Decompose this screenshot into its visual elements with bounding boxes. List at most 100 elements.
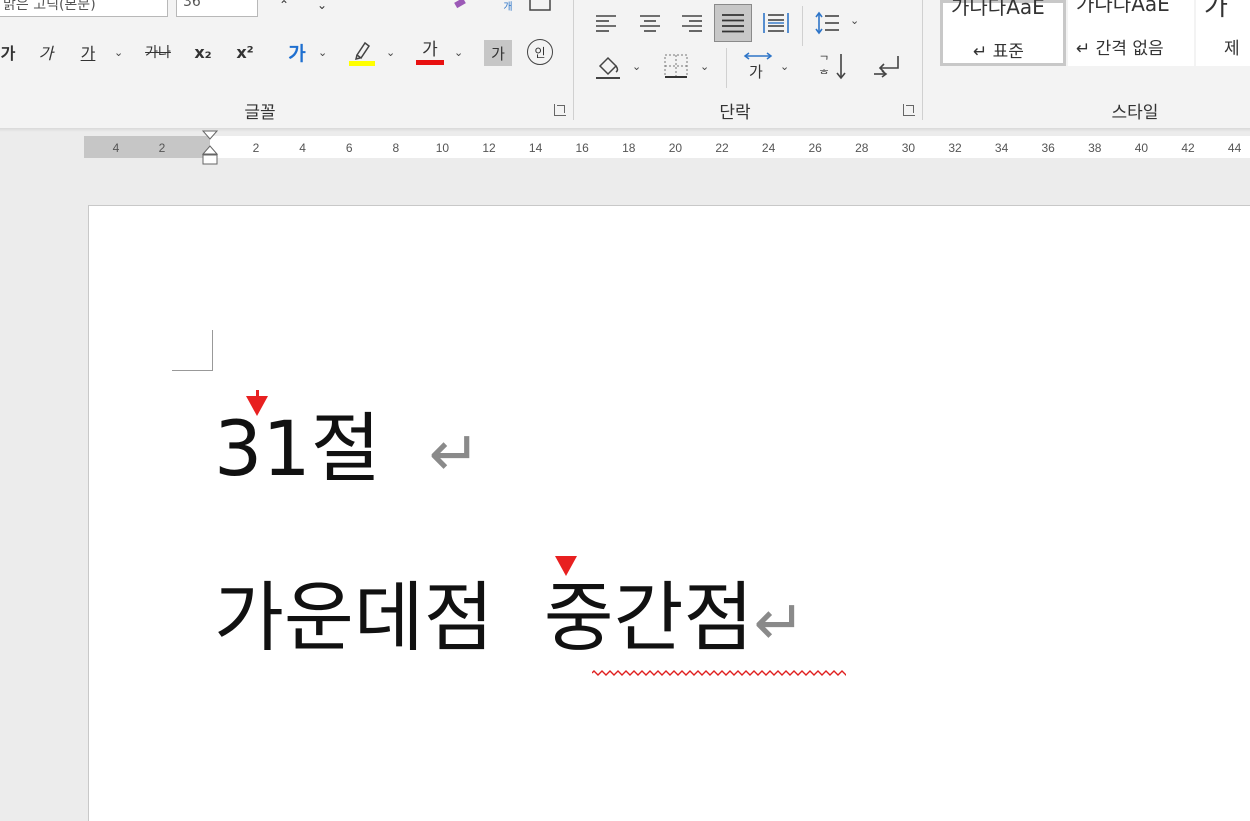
line-spacing-dropdown-icon[interactable]: ⌄ (850, 14, 859, 27)
marker-arrow-1 (246, 396, 268, 416)
ruler-tick-label: 16 (575, 141, 589, 155)
paint-bucket-icon (596, 56, 620, 79)
text-effect-label: 가 (288, 42, 306, 65)
font-color-dropdown-icon[interactable]: ⌄ (454, 46, 463, 59)
strikethrough-button[interactable]: 가나 (140, 38, 176, 66)
font-size-box[interactable]: 36 (176, 0, 258, 17)
style-gallery-item-heading[interactable]: 가 제 (1196, 0, 1250, 66)
font-name-value: 맑은 고딕(본문) (3, 0, 96, 13)
style-preview-text-2: 가나다AaE (1076, 0, 1170, 16)
group-separator (573, 0, 574, 120)
ruler-tick-label: 32 (948, 141, 962, 155)
paragraph-mark-1: ↵ (428, 417, 481, 490)
ruler-tick-label: 42 (1181, 141, 1195, 155)
indent-marker-icon[interactable] (200, 130, 220, 172)
subscript-label: x₂ (194, 42, 212, 62)
ruler-tick-label: 4 (112, 141, 120, 155)
bold-button[interactable]: 가 (0, 38, 20, 66)
horizontal-ruler[interactable]: 4 2 2 4 6 8 10 12 14 16 18 20 22 24 26 28 30 32 34 36 38 40 42… (84, 130, 1250, 165)
enclose-char-button[interactable]: 인 (526, 38, 554, 66)
superscript-button[interactable]: x² (230, 38, 260, 66)
style-gallery-item-normal[interactable]: 가나다AaE ↵ 표준 (940, 0, 1066, 66)
ruler-tick-label: 8 (392, 141, 400, 155)
line2-text-part1: 가운데점 (214, 573, 494, 662)
ruler-tick-label: 20 (668, 141, 683, 155)
italic-button[interactable]: 가 (34, 38, 58, 66)
char-shading-button[interactable]: 가 (484, 40, 512, 66)
line-spacing-icon[interactable] (812, 8, 842, 38)
font-name-box[interactable]: 맑은 고딕(본문) (0, 0, 168, 17)
ribbon-shadow (0, 128, 1250, 132)
align-right-icon[interactable] (678, 8, 706, 38)
show-marks-button[interactable] (870, 50, 906, 82)
document-line-2[interactable]: 가운데점 중간점↵ (214, 568, 805, 673)
styles-group-label: 스타일 (1111, 103, 1159, 123)
italic-label: 가 (38, 44, 54, 63)
bold-label: 가 (0, 44, 16, 63)
paragraph-mark-icon (874, 56, 899, 78)
shrink-font-icon[interactable]: ⌄ (310, 0, 334, 12)
font-group-label: 글꼴 (244, 103, 276, 123)
line2-text-part2: 중간점 (543, 573, 754, 662)
ruler-tick-label: 22 (715, 141, 729, 155)
distributed-align-icon[interactable] (760, 8, 792, 38)
char-border-icon[interactable] (528, 0, 552, 12)
borders-button[interactable] (660, 50, 692, 82)
font-dialog-launcher-icon[interactable] (554, 104, 566, 116)
paragraph-dialog-launcher-icon[interactable] (903, 104, 915, 116)
document-line-1[interactable]: 31절 ↵ (214, 404, 481, 499)
ruler-tick-label: 18 (622, 141, 636, 155)
text-effect-dropdown-icon[interactable]: ⌄ (318, 46, 327, 59)
document-page[interactable] (88, 205, 1250, 821)
shading-dropdown-icon[interactable]: ⌄ (632, 60, 641, 73)
ruler-tick-label: 12 (482, 141, 496, 155)
char-shading-label: 가 (491, 44, 505, 63)
inner-separator-2 (726, 48, 727, 88)
font-color-button[interactable]: 가 (414, 36, 446, 68)
sort-icon: ᄀᄒ (819, 54, 846, 81)
font-size-value: 36 (183, 0, 201, 10)
ruler-tick-label: 44 (1227, 141, 1242, 155)
style-preview-heading: 가 (1204, 0, 1228, 22)
ribbon: 맑은 고딕(본문) 36 ⌃ ⌄ 개 가 가 가 ⌄ 가나 x₂ x² 가 ⌄ … (0, 0, 1250, 129)
subscript-button[interactable]: x₂ (188, 38, 218, 66)
borders-dropdown-icon[interactable]: ⌄ (700, 60, 709, 73)
spelling-squiggle (592, 670, 846, 676)
style-gallery-item-no-spacing[interactable]: 가나다AaE ↵ 간격 없음 (1068, 0, 1194, 66)
align-left-icon[interactable] (592, 8, 620, 38)
style-label-heading: 제 (1224, 39, 1240, 59)
underline-dropdown-icon[interactable]: ⌄ (114, 46, 123, 59)
align-center-icon[interactable] (636, 8, 664, 38)
svg-text:ᄀ: ᄀ (819, 54, 829, 67)
phonetic-guide-icon[interactable]: 개 (498, 0, 518, 13)
ruler-tick-label: 26 (808, 141, 822, 155)
paragraph-group-label: 단락 (719, 103, 751, 123)
text-direction-button[interactable]: 가 (740, 50, 776, 82)
inner-separator (802, 6, 803, 46)
underline-button[interactable]: 가 (76, 38, 100, 66)
sort-button[interactable]: ᄀᄒ (816, 50, 852, 82)
grow-font-icon[interactable]: ⌃ (272, 0, 296, 12)
shading-button[interactable] (592, 50, 624, 82)
eraser-icon[interactable] (450, 0, 470, 10)
marker-arrow-2 (555, 556, 577, 576)
highlight-button[interactable] (346, 36, 378, 68)
text-effect-button[interactable]: 가 (282, 38, 312, 66)
highlight-dropdown-icon[interactable]: ⌄ (386, 46, 395, 59)
justify-icon[interactable] (714, 4, 752, 42)
line1-text: 31절 (214, 404, 381, 493)
ruler-tick-label: 36 (1041, 141, 1055, 155)
underline-label: 가 (80, 44, 96, 63)
ruler-tick-label: 14 (528, 141, 543, 155)
style-label-normal: ↵ 표준 (973, 42, 1024, 62)
group-separator-2 (922, 0, 923, 120)
paragraph-mark-2: ↵ (753, 586, 806, 659)
ruler-tick-label: 34 (994, 141, 1009, 155)
font-color-bar (416, 59, 444, 65)
ruler-tick-label: 10 (435, 141, 450, 155)
text-direction-dropdown-icon[interactable]: ⌄ (780, 60, 789, 73)
margin-corner-mark (172, 330, 213, 371)
highlighter-icon (349, 41, 375, 66)
superscript-label: x² (236, 42, 254, 62)
font-color-label: 가 (422, 39, 438, 60)
